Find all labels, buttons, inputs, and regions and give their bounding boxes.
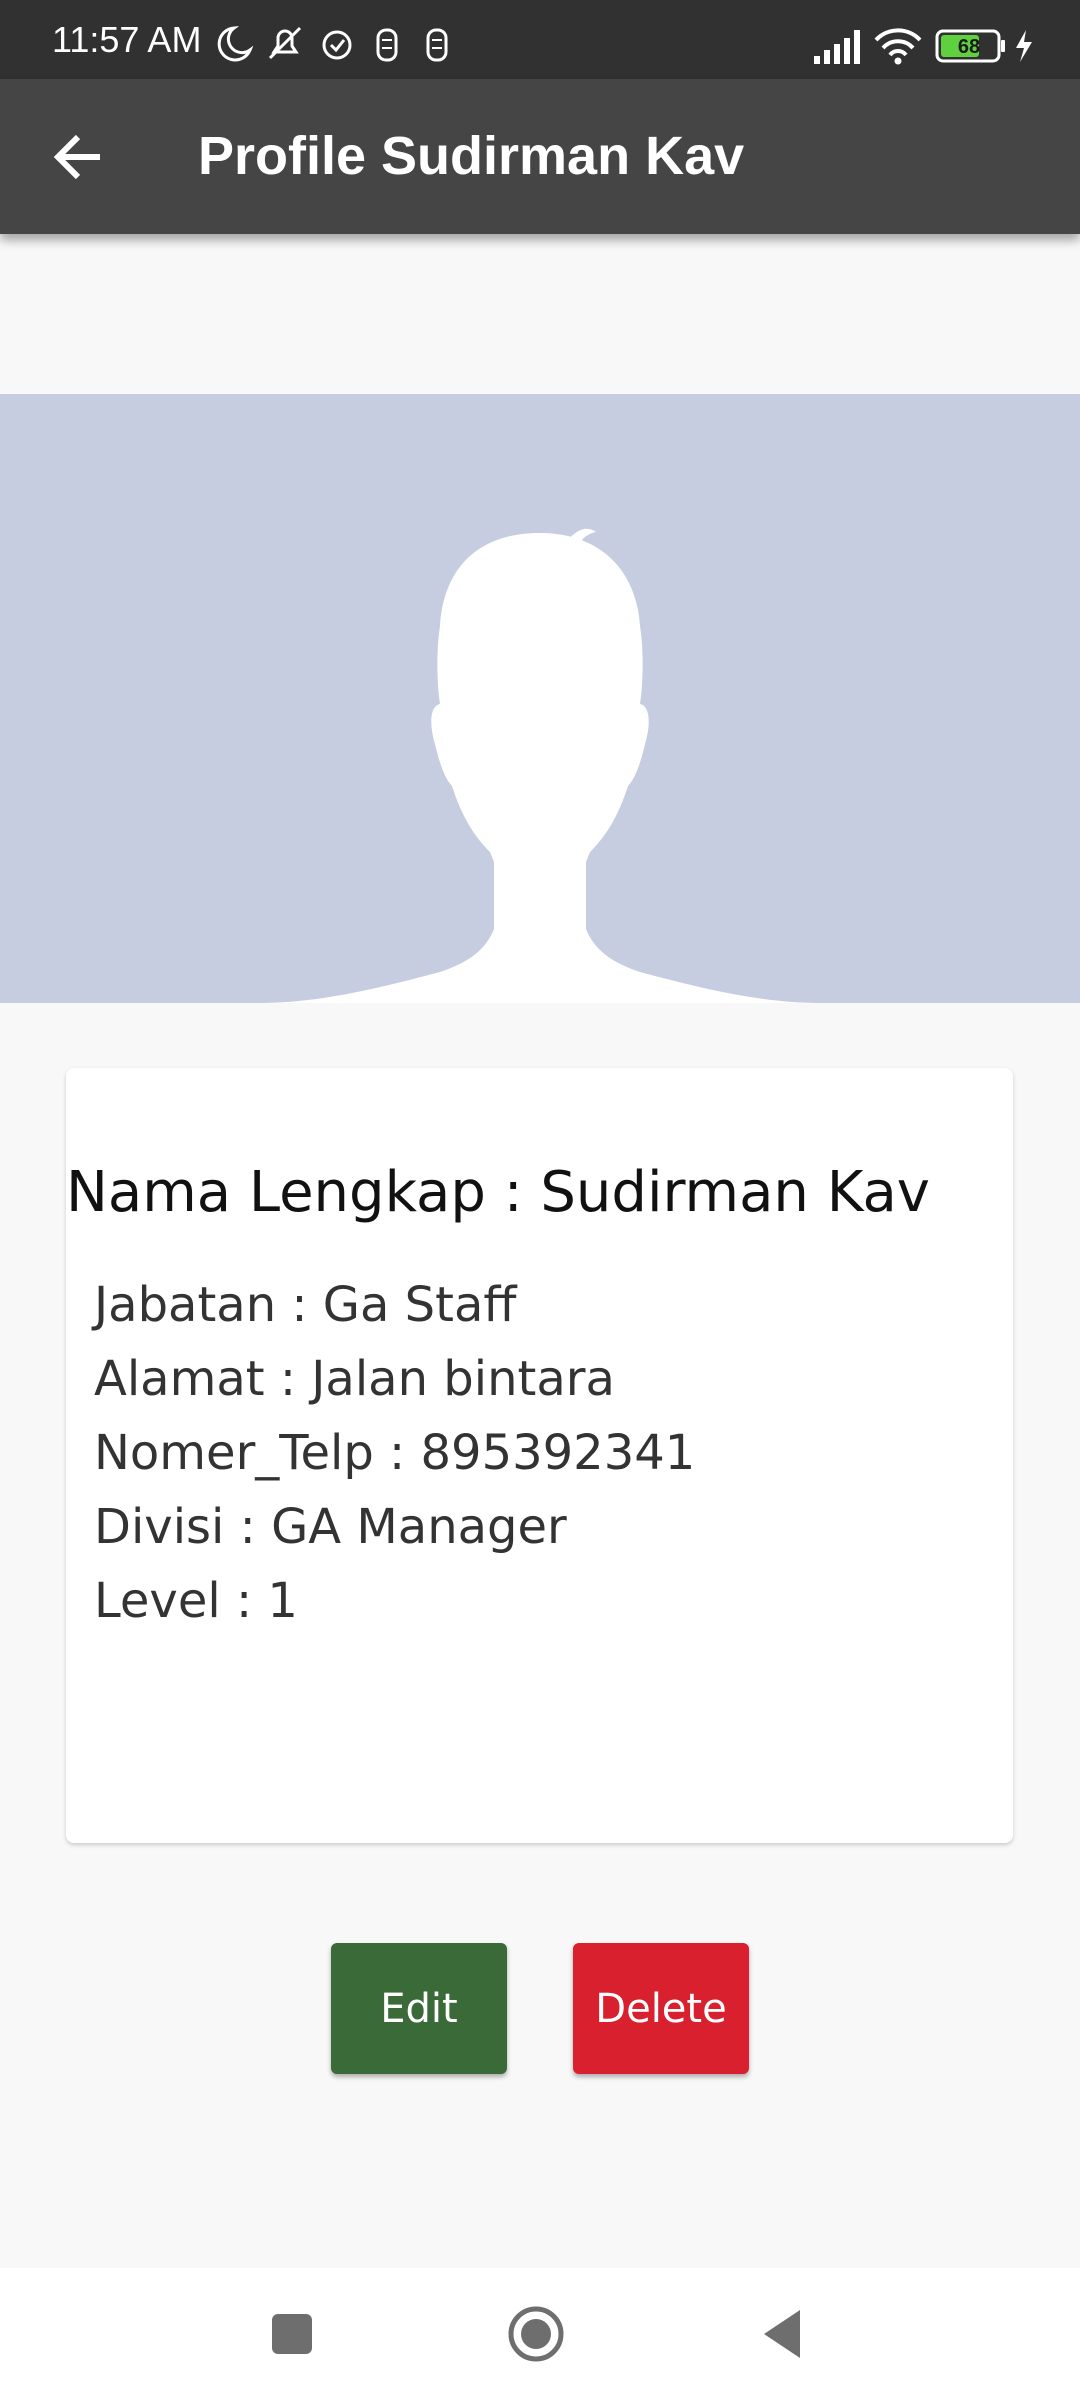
home-circle-icon [508,2306,564,2362]
bell-off-icon [268,26,302,60]
nav-back-button[interactable] [752,2304,812,2364]
status-icons-right: 68 [814,28,1032,65]
battery-level: 68 [958,36,980,58]
profile-info-card: Nama Lengkap : Sudirman Kav Jabatan : Ga… [66,1068,1013,1843]
alarm-icon [322,30,352,60]
wifi-icon [874,28,922,65]
full-name-heading: Nama Lengkap : Sudirman Kav [66,1160,930,1225]
home-button[interactable] [506,2304,566,2364]
app-bar: Profile Sudirman Kav [0,79,1080,234]
delete-button[interactable]: Delete [573,1943,749,2074]
signal-icon [814,30,860,64]
recents-square-icon [272,2314,312,2354]
detail-divisi: Divisi : GA Manager [94,1499,567,1555]
system-nav-bar [0,2268,1080,2400]
recents-button[interactable] [262,2304,322,2364]
notification-icon [376,28,398,62]
back-button[interactable] [36,115,120,199]
notification-icon [426,28,448,62]
moon-icon [217,26,254,62]
detail-alamat: Alamat : Jalan bintara [94,1351,615,1407]
arrow-left-icon [53,134,100,180]
profile-details: Jabatan : Ga Staff Alamat : Jalan bintar… [94,1268,695,1638]
person-silhouette-icon [260,528,820,1003]
detail-jabatan: Jabatan : Ga Staff [94,1277,517,1333]
back-triangle-icon [764,2310,800,2358]
detail-nomer-telp: Nomer_Telp : 895392341 [94,1425,696,1481]
battery-icon: 68 [935,29,1005,63]
page-title: Profile Sudirman Kav [198,126,745,186]
detail-level: Level : 1 [94,1573,298,1629]
charging-icon [1016,30,1032,62]
profile-avatar [0,394,1080,1003]
status-icons-left [217,26,448,62]
status-bar: 11:57 AM 68 [0,0,1080,79]
edit-button[interactable]: Edit [331,1943,507,2074]
status-time: 11:57 AM [52,19,202,60]
